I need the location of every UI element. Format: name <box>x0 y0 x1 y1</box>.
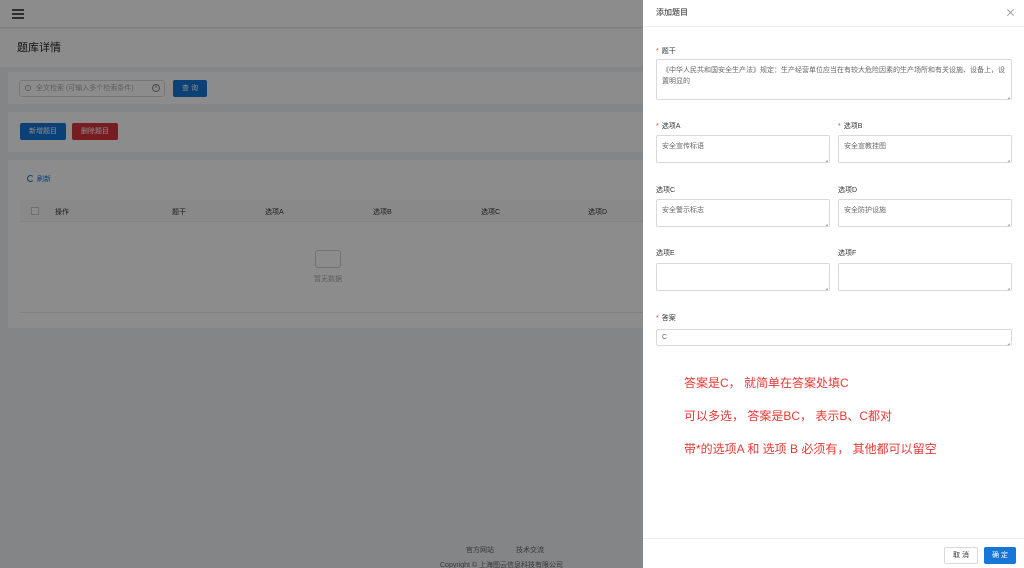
option-f-textarea[interactable] <box>838 263 1012 291</box>
answer-value: C <box>662 334 668 341</box>
option-e-textarea[interactable] <box>656 263 830 291</box>
option-b-value: 安全宣教挂图 <box>844 143 886 150</box>
close-icon[interactable] <box>1006 8 1015 17</box>
add-question-drawer: 添加题目 * 题干 《中华人民共和国安全生产法》规定：生产经营单位应当在有较大危险… <box>643 0 1024 568</box>
confirm-button[interactable]: 确 定 <box>984 547 1016 564</box>
annotation-note: 答案是C， 就简单在答案处填C <box>684 376 849 390</box>
resize-handle-icon[interactable] <box>1004 155 1010 161</box>
option-a-label: * 选项A <box>656 121 680 131</box>
option-c-value: 安全警示标志 <box>662 207 704 214</box>
resize-handle-icon[interactable] <box>1004 219 1010 225</box>
option-b-label: * 选项B <box>838 121 862 131</box>
resize-handle-icon[interactable] <box>1004 283 1010 289</box>
option-a-value: 安全宣传标语 <box>662 143 704 150</box>
option-c-textarea[interactable]: 安全警示标志 <box>656 199 830 227</box>
resize-handle-icon[interactable] <box>822 219 828 225</box>
cancel-button[interactable]: 取 消 <box>944 547 978 564</box>
annotation-note: 可以多选， 答案是BC， 表示B、C都对 <box>684 409 893 423</box>
resize-handle-icon[interactable] <box>822 283 828 289</box>
drawer-title: 添加题目 <box>656 8 688 17</box>
drawer-header: 添加题目 <box>643 0 1024 27</box>
option-a-textarea[interactable]: 安全宣传标语 <box>656 135 830 163</box>
option-d-label: 选项D <box>838 187 858 194</box>
required-mark: * <box>656 123 659 130</box>
option-a-label-text: 选项A <box>661 123 681 130</box>
answer-textarea[interactable]: C <box>656 329 1012 346</box>
option-b-label-text: 选项B <box>843 123 863 130</box>
required-mark: * <box>838 123 841 130</box>
resize-handle-icon[interactable] <box>1004 338 1010 344</box>
option-c-label: 选项C <box>656 187 676 194</box>
required-mark: * <box>656 315 659 322</box>
option-d-textarea[interactable]: 安全防护设施 <box>838 199 1012 227</box>
stem-value: 《中华人民共和国安全生产法》规定：生产经营单位应当在有较大危险因素的生产场所和有… <box>662 67 1005 85</box>
resize-handle-icon[interactable] <box>1004 92 1010 98</box>
required-mark: * <box>656 48 659 55</box>
stem-textarea[interactable]: 《中华人民共和国安全生产法》规定：生产经营单位应当在有较大危险因素的生产场所和有… <box>656 59 1012 100</box>
resize-handle-icon[interactable] <box>822 155 828 161</box>
stem-label: * 题干 <box>656 46 676 56</box>
option-f-label: 选项F <box>838 250 857 257</box>
annotation-note: 带*的选项A 和 选项 B 必须有， 其他都可以留空 <box>684 442 937 456</box>
answer-label-text: 答案 <box>661 315 676 322</box>
option-d-value: 安全防护设施 <box>844 207 886 214</box>
option-e-label: 选项E <box>656 250 675 257</box>
answer-label: * 答案 <box>656 313 676 323</box>
drawer-footer: 取 消 确 定 <box>643 538 1024 568</box>
stem-label-text: 题干 <box>661 48 676 55</box>
option-b-textarea[interactable]: 安全宣教挂图 <box>838 135 1012 163</box>
